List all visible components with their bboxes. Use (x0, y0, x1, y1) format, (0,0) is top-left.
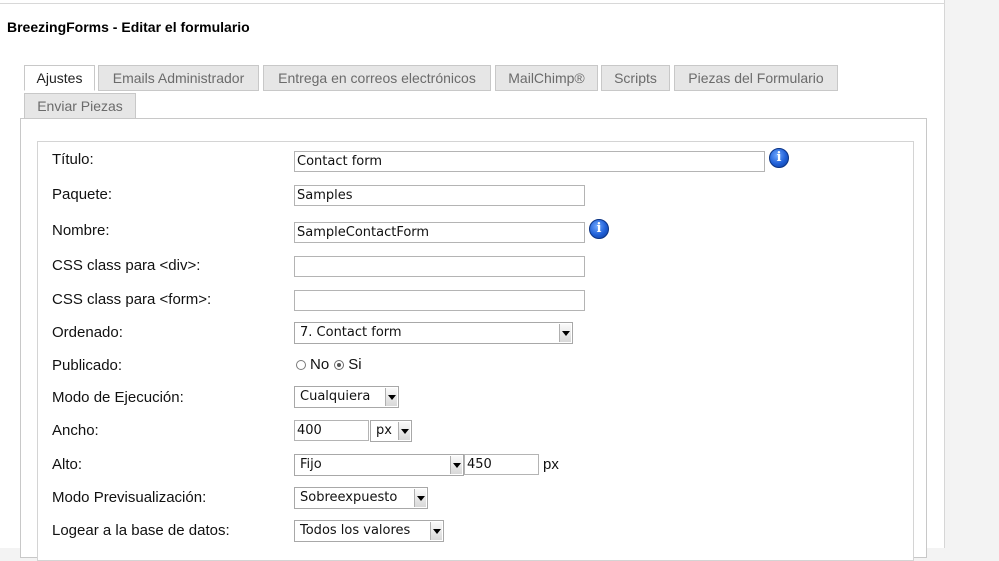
publicado-no-label: No (310, 356, 330, 373)
chevron-down-icon (559, 324, 571, 342)
tab-enviar-piezas[interactable]: Enviar Piezas (24, 93, 136, 119)
paquete-label: Paquete: (52, 186, 113, 203)
chevron-down-icon (430, 522, 442, 540)
modo-previsualizacion-label: Modo Previsualización: (52, 489, 207, 506)
modo-ejecucion-label: Modo de Ejecución: (52, 389, 184, 406)
logear-label: Logear a la base de datos: (52, 522, 230, 539)
titulo-info-icon[interactable]: i (769, 148, 789, 168)
modo-ejecucion-value: Cualquiera (300, 389, 371, 404)
nombre-input[interactable] (294, 222, 585, 243)
chevron-down-icon (385, 388, 397, 406)
alto-mode-select[interactable]: Fijo (294, 454, 464, 476)
tab-ajustes[interactable]: Ajustes (24, 65, 95, 91)
logear-select[interactable]: Todos los valores (294, 520, 444, 542)
logear-value: Todos los valores (300, 523, 411, 538)
ordenado-select[interactable]: 7. Contact form (294, 322, 573, 344)
titulo-label: Título: (52, 151, 94, 168)
page-title: BreezingForms - Editar el formulario (7, 19, 250, 35)
top-divider (0, 3, 945, 4)
tab-piezas-formulario[interactable]: Piezas del Formulario (674, 65, 838, 91)
tab-mailchimp[interactable]: MailChimp® (495, 65, 598, 91)
paquete-input[interactable] (294, 185, 585, 206)
publicado-label: Publicado: (52, 357, 123, 374)
modo-previsualizacion-value: Sobreexpuesto (300, 490, 398, 505)
chevron-down-icon (414, 489, 426, 507)
alto-input[interactable] (464, 454, 539, 475)
page-container: BreezingForms - Editar el formulario Aju… (0, 0, 945, 561)
css-form-input[interactable] (294, 290, 585, 311)
ordenado-value: 7. Contact form (300, 325, 402, 340)
alto-mode-value: Fijo (300, 457, 322, 472)
ancho-label: Ancho: (52, 422, 99, 439)
publicado-si-radio[interactable] (334, 359, 345, 370)
chevron-down-icon (398, 422, 410, 440)
ancho-input[interactable] (294, 420, 369, 441)
ancho-unit-value: px (376, 423, 392, 438)
chevron-down-icon (450, 456, 462, 474)
css-div-label: CSS class para <div>: (52, 257, 201, 274)
modo-previsualizacion-select[interactable]: Sobreexpuesto (294, 487, 428, 509)
nombre-info-icon[interactable]: i (589, 219, 609, 239)
tab-scripts[interactable]: Scripts (601, 65, 670, 91)
publicado-no-radio[interactable] (296, 359, 306, 370)
css-form-label: CSS class para <form>: (52, 291, 212, 308)
publicado-radio-group: No Si (296, 356, 367, 373)
nombre-label: Nombre: (52, 222, 110, 239)
publicado-si-label: Si (348, 356, 362, 373)
alto-label: Alto: (52, 456, 83, 473)
alto-unit: px (543, 456, 559, 473)
tab-emails-administrador[interactable]: Emails Administrador (98, 65, 259, 91)
ancho-unit-select[interactable]: px (370, 420, 412, 442)
tab-entrega-correos[interactable]: Entrega en correos electrónicos (263, 65, 491, 91)
titulo-input[interactable] (294, 151, 765, 172)
modo-ejecucion-select[interactable]: Cualquiera (294, 386, 399, 408)
ordenado-label: Ordenado: (52, 324, 123, 341)
css-div-input[interactable] (294, 256, 585, 277)
